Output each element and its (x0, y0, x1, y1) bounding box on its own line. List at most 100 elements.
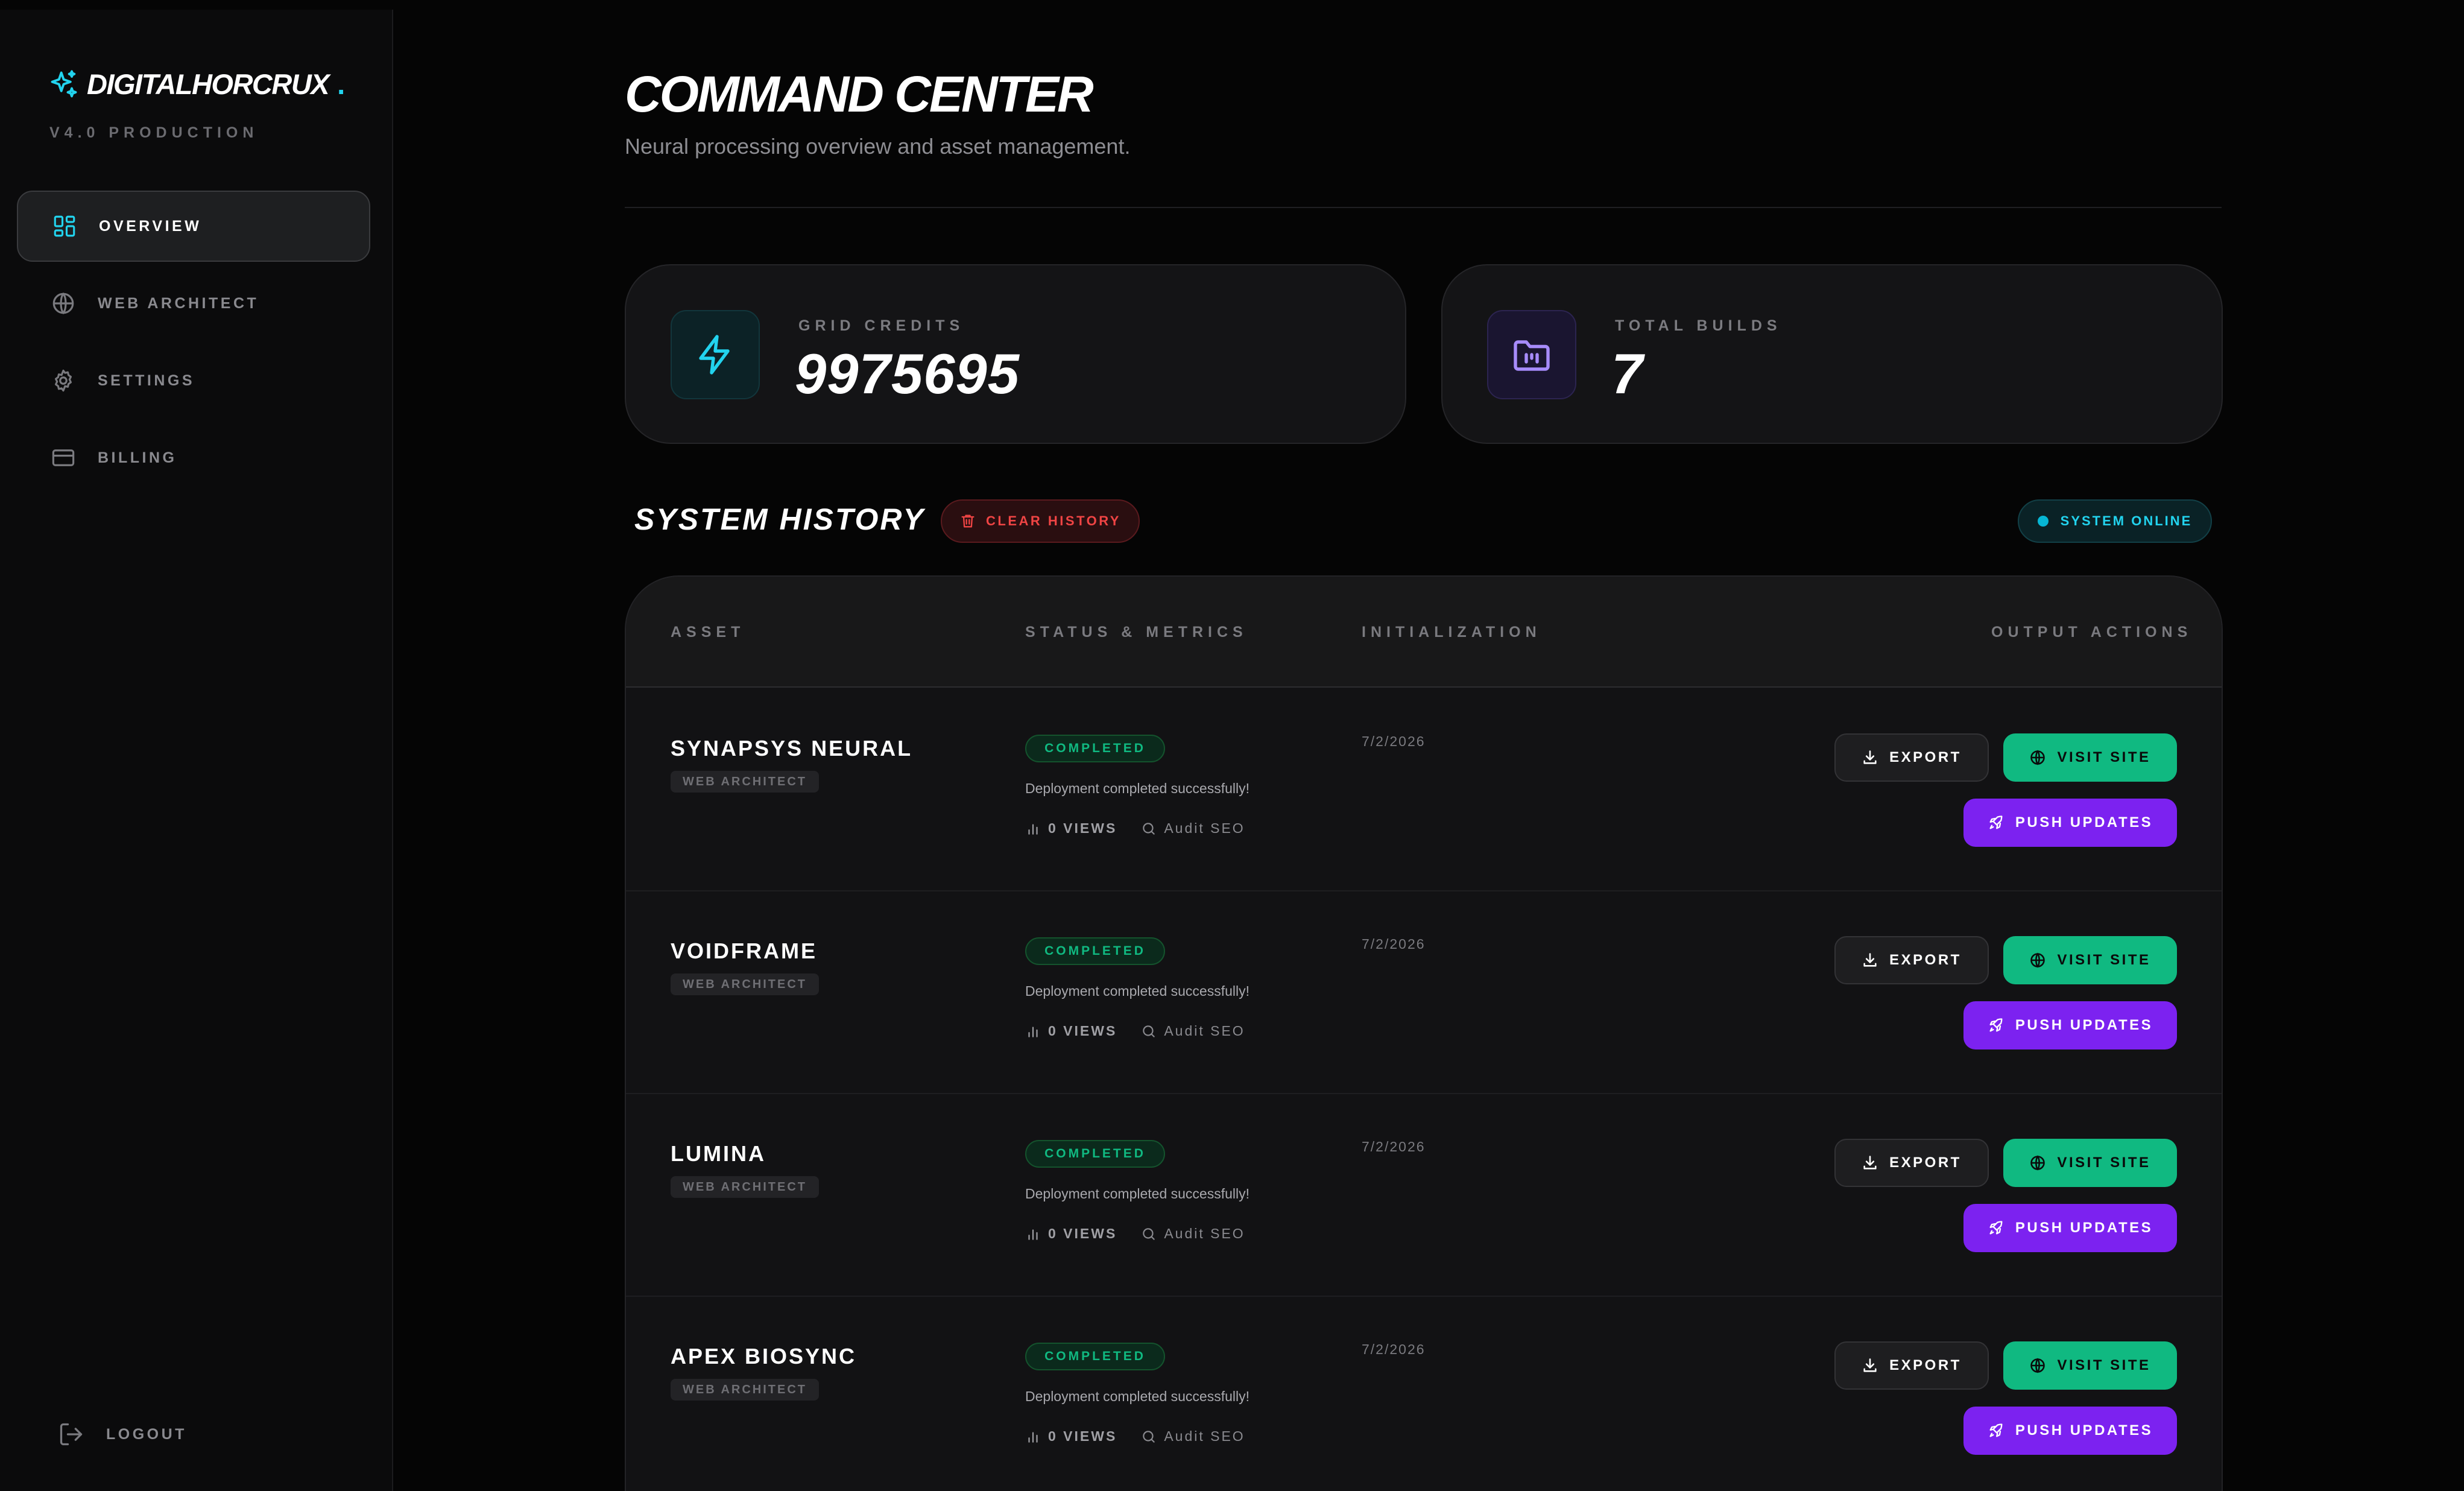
asset-name[interactable]: VOIDFRAME (671, 939, 817, 964)
brand-name: DIGITALHORCRUX (87, 68, 330, 100)
export-button[interactable]: EXPORT (1834, 1139, 1989, 1187)
push-updates-label: PUSH UPDATES (2015, 1422, 2153, 1439)
asset-tag: WEB ARCHITECT (671, 771, 820, 793)
push-updates-button[interactable]: PUSH UPDATES (1963, 799, 2177, 847)
search-icon (1143, 822, 1155, 835)
push-updates-button[interactable]: PUSH UPDATES (1963, 1204, 2177, 1252)
nav-item-settings[interactable]: SETTINGS (17, 345, 370, 416)
views-count: 0 VIEWS (1048, 1023, 1117, 1039)
stat-icon-box (671, 310, 760, 399)
metrics: 0 VIEWS Audit SEO (1025, 1023, 1245, 1039)
download-icon (1863, 1156, 1877, 1170)
status-badge: COMPLETED (1025, 1140, 1165, 1168)
asset-tag: WEB ARCHITECT (671, 973, 820, 995)
visit-site-label: VISIT SITE (2057, 749, 2151, 765)
init-date: 7/2/2026 (1362, 733, 1426, 749)
bar-chart-icon (1028, 1229, 1038, 1240)
table-row: LUMINA WEB ARCHITECT COMPLETED Deploymen… (626, 1094, 2222, 1297)
metrics: 0 VIEWS Audit SEO (1025, 1226, 1245, 1242)
export-button[interactable]: EXPORT (1834, 936, 1989, 984)
views-count: 0 VIEWS (1048, 1226, 1117, 1241)
init-date: 7/2/2026 (1362, 936, 1426, 952)
total-builds-card: TOTAL BUILDS 7 (1441, 264, 2223, 444)
logout-button[interactable]: LOGOUT (58, 1421, 187, 1448)
clear-history-button[interactable]: CLEAR HISTORY (941, 499, 1140, 543)
history-table: ASSET STATUS & METRICS INITIALIZATION OU… (625, 575, 2223, 1491)
export-button[interactable]: EXPORT (1834, 733, 1989, 782)
audit-seo-link[interactable]: Audit SEO (1164, 1023, 1245, 1039)
nav-item-web-architect[interactable]: WEB ARCHITECT (17, 268, 370, 339)
lightning-icon (699, 335, 730, 375)
sidebar: DIGITALHORCRUX . V4.0 PRODUCTION OVERVIE… (0, 10, 393, 1491)
status-message: Deployment completed successfully! (1025, 1186, 1249, 1201)
download-icon (1863, 1358, 1877, 1372)
column-header-actions: OUTPUT ACTIONS (1991, 624, 2193, 641)
push-updates-button[interactable]: PUSH UPDATES (1963, 1001, 2177, 1049)
globe-icon (2030, 952, 2045, 968)
visit-site-button[interactable]: VISIT SITE (2003, 936, 2177, 984)
push-updates-label: PUSH UPDATES (2015, 1220, 2153, 1236)
audit-seo-link[interactable]: Audit SEO (1164, 820, 1245, 837)
nav-label: OVERVIEW (99, 217, 202, 235)
credit-card-icon (52, 449, 75, 466)
brand-dot: . (337, 68, 346, 100)
audit-seo-link[interactable]: Audit SEO (1164, 1226, 1245, 1242)
globe-icon (2030, 1358, 2045, 1373)
rocket-icon (1989, 1018, 2003, 1032)
search-icon (1143, 1227, 1155, 1240)
asset-name[interactable]: APEX BIOSYNC (671, 1344, 856, 1369)
search-icon (1143, 1430, 1155, 1443)
page-subtitle: Neural processing overview and asset man… (625, 134, 1131, 159)
logout-icon (60, 1423, 83, 1446)
stat-icon-box (1487, 310, 1576, 399)
bar-chart-icon (1028, 823, 1038, 835)
push-updates-label: PUSH UPDATES (2015, 1017, 2153, 1033)
visit-site-button[interactable]: VISIT SITE (2003, 1341, 2177, 1390)
export-label: EXPORT (1889, 749, 1962, 765)
bar-chart-icon (1028, 1026, 1038, 1037)
export-label: EXPORT (1889, 1154, 1962, 1171)
asset-name[interactable]: LUMINA (671, 1141, 766, 1167)
asset-name[interactable]: SYNAPSYS NEURAL (671, 736, 912, 761)
table-row: APEX BIOSYNC WEB ARCHITECT COMPLETED Dep… (626, 1297, 2222, 1491)
metrics: 0 VIEWS Audit SEO (1025, 820, 1245, 837)
status-badge: COMPLETED (1025, 735, 1165, 762)
grid-credits-card: GRID CREDITS 9975695 (625, 264, 1406, 444)
table-row: VOIDFRAME WEB ARCHITECT COMPLETED Deploy… (626, 891, 2222, 1094)
bar-chart-icon (1028, 1431, 1038, 1443)
logout-label: LOGOUT (106, 1425, 187, 1443)
folder-icon (1514, 340, 1550, 371)
nav-item-billing[interactable]: BILLING (17, 422, 370, 493)
status-dot (2037, 516, 2049, 527)
trash-icon (961, 514, 975, 528)
page-title: COMMAND CENTER (625, 66, 1094, 122)
brand-logo[interactable]: DIGITALHORCRUX . (48, 68, 345, 101)
status-message: Deployment completed successfully! (1025, 983, 1249, 999)
rocket-icon (1989, 1423, 2003, 1437)
system-status-badge: SYSTEM ONLINE (2018, 499, 2212, 543)
table-header: ASSET STATUS & METRICS INITIALIZATION OU… (626, 577, 2222, 688)
stat-value: 9975695 (795, 342, 1020, 405)
visit-site-label: VISIT SITE (2057, 952, 2151, 968)
visit-site-button[interactable]: VISIT SITE (2003, 1139, 2177, 1187)
export-button[interactable]: EXPORT (1834, 1341, 1989, 1390)
visit-site-label: VISIT SITE (2057, 1154, 2151, 1171)
metrics: 0 VIEWS Audit SEO (1025, 1428, 1245, 1445)
push-updates-label: PUSH UPDATES (2015, 814, 2153, 831)
table-row: SYNAPSYS NEURAL WEB ARCHITECT COMPLETED … (626, 689, 2222, 891)
column-header-asset: ASSET (671, 624, 745, 641)
status-message: Deployment completed successfully! (1025, 1388, 1249, 1404)
nav-item-overview[interactable]: OVERVIEW (17, 191, 370, 262)
nav-label: SETTINGS (98, 372, 195, 389)
status-badge: COMPLETED (1025, 1343, 1165, 1370)
download-icon (1863, 750, 1877, 764)
nav-label: BILLING (98, 449, 177, 466)
sparkle-icon (51, 69, 77, 97)
app-root: DIGITALHORCRUX . V4.0 PRODUCTION OVERVIE… (0, 0, 2464, 1491)
visit-site-button[interactable]: VISIT SITE (2003, 733, 2177, 782)
globe-icon (2030, 1155, 2045, 1171)
audit-seo-link[interactable]: Audit SEO (1164, 1428, 1245, 1445)
init-date: 7/2/2026 (1362, 1139, 1426, 1154)
column-header-initialization: INITIALIZATION (1362, 624, 1541, 641)
push-updates-button[interactable]: PUSH UPDATES (1963, 1407, 2177, 1455)
